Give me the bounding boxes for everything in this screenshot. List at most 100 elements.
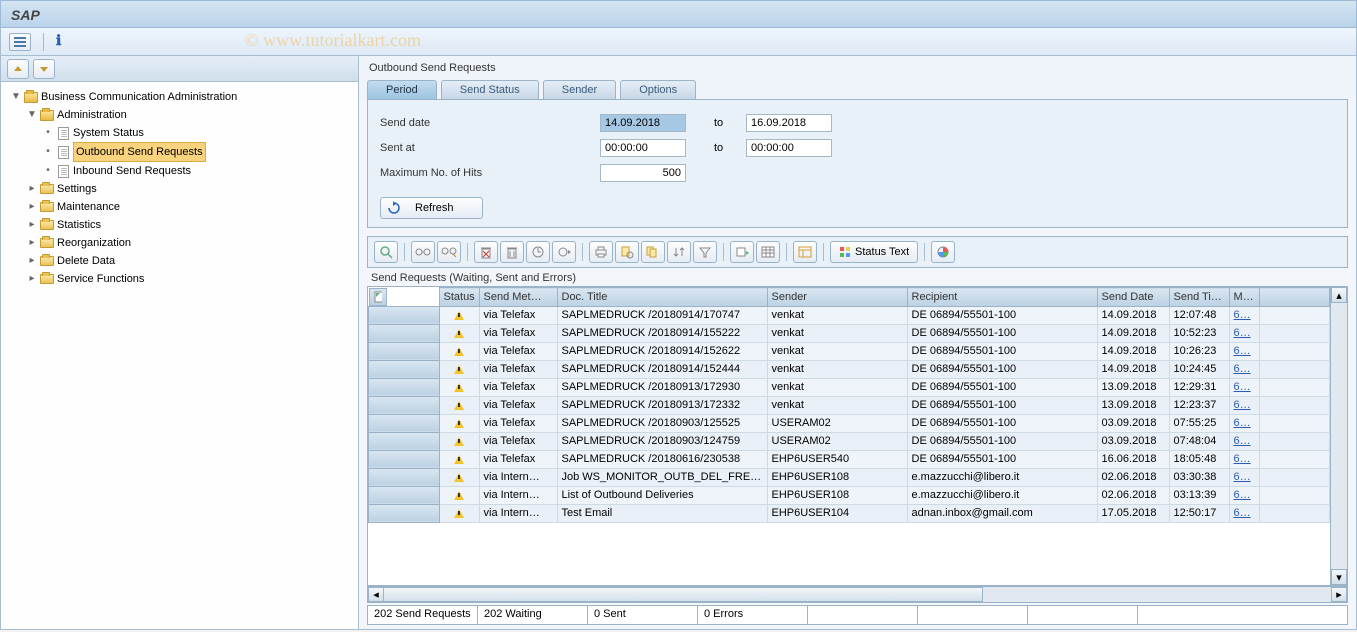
cell-time: 03:13:39 (1169, 486, 1229, 504)
legend-icon[interactable] (931, 241, 955, 263)
sort-icon[interactable] (667, 241, 691, 263)
row-selector[interactable] (369, 396, 440, 414)
table-row[interactable]: via Telefax SAPLMEDRUCK /20180914/170747… (369, 306, 1330, 324)
glasses-icon[interactable] (411, 241, 435, 263)
tree-root[interactable]: ▼ Business Communication Administration (9, 88, 354, 106)
sent-at-from[interactable] (600, 139, 686, 157)
row-selector[interactable] (369, 504, 440, 522)
cell-sender: venkat (767, 396, 907, 414)
scroll-down-icon[interactable]: ▾ (1331, 569, 1347, 585)
filter-icon[interactable] (693, 241, 717, 263)
refresh-button[interactable]: Refresh (380, 197, 483, 219)
table-row[interactable]: via Telefax SAPLMEDRUCK /20180913/172930… (369, 378, 1330, 396)
tab-sender[interactable]: Sender (543, 80, 616, 99)
tree-folder[interactable]: ▸ Statistics (25, 216, 354, 234)
trash-icon[interactable] (500, 241, 524, 263)
row-selector[interactable] (369, 486, 440, 504)
col-time[interactable]: Send Ti… (1169, 288, 1229, 307)
export-icon[interactable] (730, 241, 754, 263)
col-sender[interactable]: Sender (767, 288, 907, 307)
tree-folder-label: Maintenance (57, 198, 120, 216)
table-row[interactable]: via Telefax SAPLMEDRUCK /20180914/152622… (369, 342, 1330, 360)
table-row[interactable]: via Intern… Test Email EHP6USER104 adnan… (369, 504, 1330, 522)
cell-recipient: DE 06894/55501-100 (907, 414, 1097, 432)
folder-open-icon (24, 92, 38, 103)
nav-tree: ▼ Business Communication Administration … (1, 82, 358, 629)
scroll-left-icon[interactable]: ◂ (368, 587, 384, 602)
tab-send-status[interactable]: Send Status (441, 80, 539, 99)
status-text-button[interactable]: Status Text (830, 241, 918, 263)
row-selector[interactable] (369, 306, 440, 324)
cell-m: 6… (1229, 378, 1259, 396)
select-all-icon[interactable] (369, 288, 387, 306)
row-selector[interactable] (369, 324, 440, 342)
tree-admin[interactable]: ▼ Administration (25, 106, 354, 124)
cell-sender: venkat (767, 360, 907, 378)
max-hits-input[interactable] (600, 164, 686, 182)
row-selector[interactable] (369, 360, 440, 378)
trash-x-icon[interactable] (474, 241, 498, 263)
scroll-up-icon[interactable]: ▴ (1331, 287, 1347, 303)
layout-icon[interactable] (793, 241, 817, 263)
scroll-thumb[interactable] (383, 587, 983, 602)
col-method[interactable]: Send Met… (479, 288, 557, 307)
tree-item[interactable]: • Outbound Send Requests (41, 142, 354, 162)
detail-icon[interactable] (374, 241, 398, 263)
collapse-icon[interactable] (33, 59, 55, 79)
table-row[interactable]: via Telefax SAPLMEDRUCK /20180903/124759… (369, 432, 1330, 450)
row-selector[interactable] (369, 378, 440, 396)
find-next-icon[interactable] (641, 241, 665, 263)
expand-icon[interactable] (7, 59, 29, 79)
excel-icon[interactable] (756, 241, 780, 263)
tree-item[interactable]: • System Status (41, 124, 354, 142)
tree-item-label: Inbound Send Requests (73, 162, 191, 180)
warning-icon (454, 365, 464, 374)
horizontal-scrollbar[interactable]: ◂ ▸ (367, 586, 1348, 603)
help-icon[interactable]: ℹ (56, 33, 61, 50)
tree-folder[interactable]: ▸ Service Functions (25, 270, 354, 288)
cell-time: 10:26:23 (1169, 342, 1229, 360)
table-row[interactable]: via Telefax SAPLMEDRUCK /20180914/152444… (369, 360, 1330, 378)
table-row[interactable]: via Intern… List of Outbound Deliveries … (369, 486, 1330, 504)
folder-open-icon (40, 110, 54, 121)
tree-folder[interactable]: ▸ Delete Data (25, 252, 354, 270)
table-row[interactable]: via Telefax SAPLMEDRUCK /20180913/172332… (369, 396, 1330, 414)
table-row[interactable]: via Telefax SAPLMEDRUCK /20180914/155222… (369, 324, 1330, 342)
find-icon[interactable] (615, 241, 639, 263)
col-date[interactable]: Send Date (1097, 288, 1169, 307)
cell-sender: venkat (767, 342, 907, 360)
menu-icon[interactable] (9, 33, 31, 51)
col-status[interactable]: Status (439, 288, 479, 307)
tree-folder[interactable]: ▸ Reorganization (25, 234, 354, 252)
vertical-scrollbar[interactable]: ▴ ▾ (1330, 287, 1347, 585)
scroll-right-icon[interactable]: ▸ (1331, 587, 1347, 602)
row-selector[interactable] (369, 414, 440, 432)
row-selector[interactable] (369, 450, 440, 468)
col-m[interactable]: M… (1229, 288, 1259, 307)
tree-folder[interactable]: ▸ Settings (25, 180, 354, 198)
send-date-to[interactable] (746, 114, 832, 132)
row-selector[interactable] (369, 342, 440, 360)
folder-icon (40, 202, 54, 212)
table-row[interactable]: via Telefax SAPLMEDRUCK /20180616/230538… (369, 450, 1330, 468)
sent-at-to[interactable] (746, 139, 832, 157)
row-selector[interactable] (369, 468, 440, 486)
tree-folder[interactable]: ▸ Maintenance (25, 198, 354, 216)
tree-item[interactable]: • Inbound Send Requests (41, 162, 354, 180)
row-selector[interactable] (369, 432, 440, 450)
cell-title: SAPLMEDRUCK /20180903/125525 (557, 414, 767, 432)
glasses-edit-icon[interactable] (437, 241, 461, 263)
cell-method: via Intern… (479, 468, 557, 486)
cell-method: via Telefax (479, 378, 557, 396)
tab-period[interactable]: Period (367, 80, 437, 99)
tab-options[interactable]: Options (620, 80, 696, 99)
clock-arrow-icon[interactable] (552, 241, 576, 263)
table-row[interactable]: via Intern… Job WS_MONITOR_OUTB_DEL_FRE…… (369, 468, 1330, 486)
warning-icon (454, 491, 464, 500)
clock-icon[interactable] (526, 241, 550, 263)
col-recipient[interactable]: Recipient (907, 288, 1097, 307)
print-icon[interactable] (589, 241, 613, 263)
send-date-from[interactable] (600, 114, 686, 132)
table-row[interactable]: via Telefax SAPLMEDRUCK /20180903/125525… (369, 414, 1330, 432)
col-title[interactable]: Doc. Title (557, 288, 767, 307)
